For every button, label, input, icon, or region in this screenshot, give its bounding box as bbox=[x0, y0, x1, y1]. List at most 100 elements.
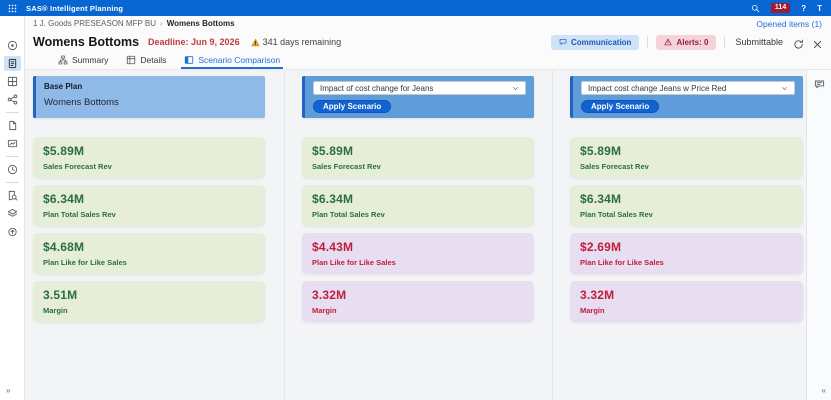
metric-card-sales-forecast-rev: $5.89M Sales Forecast Rev bbox=[33, 137, 265, 178]
page-title: Womens Bottoms bbox=[33, 35, 140, 49]
clock-upload-icon bbox=[7, 226, 18, 237]
tab-summary[interactable]: Summary bbox=[55, 53, 111, 69]
base-plan-subtitle: Womens Bottoms bbox=[44, 97, 119, 108]
sidebar-items bbox=[3, 38, 21, 242]
metric-card-plan-total-sales-rev: $6.34M Plan Total Sales Rev bbox=[302, 185, 534, 226]
right-rail: « bbox=[806, 70, 831, 400]
app-title: SAS® Intelligent Planning bbox=[26, 3, 124, 13]
sidebar-item-stack[interactable] bbox=[4, 206, 21, 221]
chevron-down-icon bbox=[512, 85, 519, 92]
column-splitter bbox=[552, 70, 553, 400]
top-app-bar: SAS® Intelligent Planning 114 ? T bbox=[0, 0, 831, 16]
breadcrumb: 1 J. Goods PRESEASON MFP BU › Womens Bot… bbox=[25, 16, 831, 31]
metric-card-plan-like-for-like-sales: $2.69M Plan Like for Like Sales bbox=[570, 233, 803, 274]
help-button[interactable]: ? bbox=[801, 4, 806, 13]
metric-card-plan-like-for-like-sales: $4.43M Plan Like for Like Sales bbox=[302, 233, 534, 274]
metric-value: $6.34M bbox=[312, 192, 354, 206]
metric-card-plan-total-sales-rev: $6.34M Plan Total Sales Rev bbox=[33, 185, 265, 226]
metric-value: 3.32M bbox=[580, 288, 615, 302]
metric-value: $6.34M bbox=[43, 192, 85, 206]
scenario-column-2: Impact cost change Jeans w Price Red Appl… bbox=[570, 76, 803, 322]
document-search-icon bbox=[7, 190, 18, 201]
metric-label: Plan Total Sales Rev bbox=[43, 210, 116, 219]
metric-label: Plan Like for Like Sales bbox=[43, 258, 127, 267]
alerts-button[interactable]: Alerts: 0 bbox=[656, 34, 717, 50]
apply-scenario-button[interactable]: Apply Scenario bbox=[313, 100, 392, 113]
chevron-down-icon bbox=[781, 85, 788, 92]
base-plan-column: Base Plan Womens Bottoms $5.89M Sales Forec… bbox=[33, 76, 265, 322]
sidebar-item-clock-settings[interactable] bbox=[4, 162, 21, 177]
alerts-label: Alerts: 0 bbox=[676, 37, 709, 47]
metric-label: Margin bbox=[580, 306, 605, 315]
sidebar-divider bbox=[5, 156, 19, 157]
tab-label: Details bbox=[140, 55, 167, 65]
notification-badge[interactable]: 114 bbox=[770, 3, 791, 13]
scenario-select[interactable]: Impact cost change Jeans w Price Red bbox=[581, 81, 795, 95]
sidebar-expand-button[interactable]: » bbox=[0, 386, 10, 395]
sidebar-item-document[interactable] bbox=[4, 118, 21, 133]
metric-label: Sales Forecast Rev bbox=[43, 162, 112, 171]
sidebar-item-clock-upload[interactable] bbox=[4, 224, 21, 239]
communication-icon bbox=[559, 38, 567, 46]
sidebar-item-explore[interactable] bbox=[4, 38, 21, 53]
tab-scenario-comparison[interactable]: Scenario Comparison bbox=[181, 53, 284, 69]
scenario-select[interactable]: Impact of cost change for Jeans bbox=[313, 81, 526, 95]
breadcrumb-parent[interactable]: 1 J. Goods PRESEASON MFP BU bbox=[33, 19, 156, 28]
header-controls: Communication Alerts: 0 Submittable bbox=[551, 34, 823, 50]
deadline-text: Deadline: Jun 9, 2026 bbox=[148, 37, 240, 47]
days-remaining-wrap: 341 days remaining bbox=[250, 37, 341, 47]
metric-cards: $5.89M Sales Forecast Rev $6.34M Plan Total… bbox=[570, 137, 803, 322]
warning-icon bbox=[250, 38, 260, 47]
document-icon bbox=[7, 120, 18, 131]
comment-icon bbox=[814, 79, 825, 90]
close-button[interactable] bbox=[812, 37, 823, 48]
metric-card-plan-like-for-like-sales: $4.68M Plan Like for Like Sales bbox=[33, 233, 265, 274]
rail-collapse-button[interactable]: « bbox=[822, 386, 826, 395]
tab-details[interactable]: Details bbox=[123, 53, 169, 69]
breadcrumb-current: Womens Bottoms bbox=[166, 19, 235, 28]
opened-items-link[interactable]: Opened items (1) bbox=[756, 19, 822, 29]
metric-cards: $5.89M Sales Forecast Rev $6.34M Plan Total… bbox=[302, 137, 534, 322]
refresh-button[interactable] bbox=[793, 37, 804, 49]
avatar[interactable]: T bbox=[817, 4, 822, 13]
apply-scenario-button[interactable]: Apply Scenario bbox=[581, 100, 660, 113]
metric-label: Plan Total Sales Rev bbox=[312, 210, 385, 219]
sidebar-item-report[interactable] bbox=[3, 56, 21, 71]
tab-label: Summary bbox=[72, 55, 109, 65]
metric-label: Sales Forecast Rev bbox=[312, 162, 381, 171]
metric-value: $6.34M bbox=[580, 192, 622, 206]
metric-label: Plan Like for Like Sales bbox=[312, 258, 396, 267]
alert-icon bbox=[664, 38, 673, 46]
sidebar-item-document-search[interactable] bbox=[4, 188, 21, 203]
sidebar-item-share[interactable] bbox=[4, 92, 21, 107]
topbar-actions: 114 ? T bbox=[751, 3, 831, 13]
base-plan-panel: Base Plan Womens Bottoms bbox=[33, 76, 265, 118]
divider bbox=[647, 36, 649, 48]
metric-value: $4.43M bbox=[312, 240, 354, 254]
metric-card-plan-total-sales-rev: $6.34M Plan Total Sales Rev bbox=[570, 185, 803, 226]
metric-value: $2.69M bbox=[580, 240, 622, 254]
communication-button[interactable]: Communication bbox=[551, 34, 640, 50]
scenario-comparison-content: Base Plan Womens Bottoms $5.89M Sales Forec… bbox=[25, 70, 806, 400]
sidebar-item-chart[interactable] bbox=[4, 136, 21, 151]
metric-value: 3.32M bbox=[312, 288, 347, 302]
metric-card-margin: 3.32M Margin bbox=[570, 281, 803, 322]
scenario-panel: Impact of cost change for Jeans Apply Sce… bbox=[302, 76, 534, 118]
communication-label: Communication bbox=[571, 37, 632, 47]
sidebar-item-grid[interactable] bbox=[4, 74, 21, 89]
share-icon bbox=[7, 94, 18, 105]
metric-label: Margin bbox=[312, 306, 337, 315]
metric-cards: $5.89M Sales Forecast Rev $6.34M Plan Total… bbox=[33, 137, 265, 322]
metric-value: $5.89M bbox=[312, 144, 354, 158]
report-icon bbox=[7, 58, 18, 69]
base-plan-title: Base Plan bbox=[44, 82, 83, 91]
comments-button[interactable] bbox=[807, 74, 831, 94]
page-header: Womens Bottoms Deadline: Jun 9, 2026 341… bbox=[25, 31, 831, 53]
apps-menu-button[interactable] bbox=[0, 0, 25, 16]
left-sidebar: » bbox=[0, 16, 25, 400]
submittable-status: Submittable bbox=[735, 37, 783, 47]
comparison-icon bbox=[184, 55, 194, 65]
tab-bar: Summary Details Scenario Comparison bbox=[25, 53, 831, 70]
metric-label: Margin bbox=[43, 306, 68, 315]
search-icon[interactable] bbox=[751, 4, 760, 13]
